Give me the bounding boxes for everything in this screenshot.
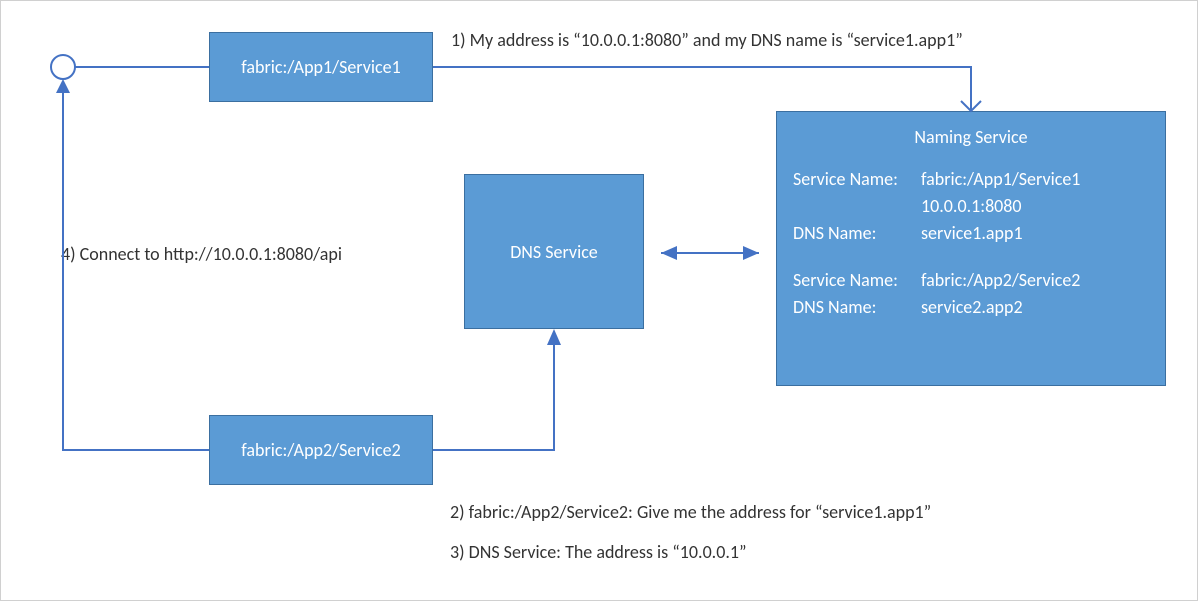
step1-label: 1) My address is “10.0.0.1:8080” and my … <box>451 29 963 51</box>
label-service-name: Service Name: <box>793 166 921 193</box>
dns-service-label: DNS Service <box>510 241 598 263</box>
service2-box: fabric:/App2/Service2 <box>209 415 433 485</box>
label-service-name-2: Service Name: <box>793 267 921 294</box>
naming-service-title: Naming Service <box>793 126 1149 148</box>
naming-service-box: Naming Service Service Name: fabric:/App… <box>776 111 1166 386</box>
arrow-step1 <box>433 67 971 111</box>
service1-label: fabric:/App1/Service1 <box>241 56 400 78</box>
service1-box: fabric:/App1/Service1 <box>209 32 433 102</box>
step2-label: 2) fabric:/App2/Service2: Give me the ad… <box>450 501 931 523</box>
service2-label: fabric:/App2/Service2 <box>241 439 400 461</box>
start-node <box>51 55 75 79</box>
entry1-address: 10.0.0.1:8080 <box>921 193 1149 220</box>
entry1-dns-name: service1.app1 <box>921 220 1149 247</box>
dns-service-box: DNS Service <box>464 174 644 329</box>
step4-label: 4) Connect to http://10.0.0.1:8080/api <box>61 243 342 265</box>
arrow-step2 <box>433 345 554 450</box>
naming-entry-1: Service Name: fabric:/App1/Service1 10.0… <box>793 166 1149 247</box>
entry1-service-name: fabric:/App1/Service1 <box>921 166 1149 193</box>
entry2-service-name: fabric:/App2/Service2 <box>921 267 1149 294</box>
label-dns-name: DNS Name: <box>793 220 921 247</box>
diagram-canvas: fabric:/App1/Service1 fabric:/App2/Servi… <box>0 0 1198 601</box>
arrow-step4 <box>63 93 209 450</box>
entry2-dns-name: service2.app2 <box>921 294 1149 321</box>
label-dns-name-2: DNS Name: <box>793 294 921 321</box>
step3-label: 3) DNS Service: The address is “10.0.0.1… <box>450 541 747 563</box>
naming-entry-2: Service Name: fabric:/App2/Service2 DNS … <box>793 267 1149 321</box>
